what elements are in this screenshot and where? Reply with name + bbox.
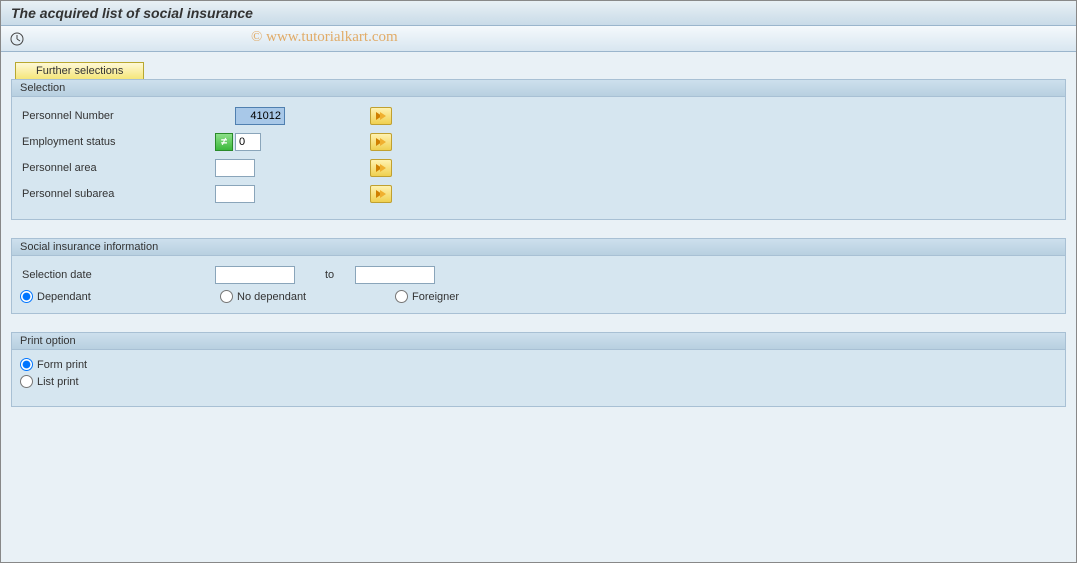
radio-no-dependant[interactable]: No dependant: [220, 290, 395, 303]
toolbar: © www.tutorialkart.com: [1, 26, 1076, 52]
radio-no-dependant-input[interactable]: [220, 290, 233, 303]
radio-list-print[interactable]: List print: [20, 375, 79, 388]
personnel-area-input[interactable]: [215, 159, 255, 177]
employment-status-row: Employment status ≠: [20, 131, 1057, 153]
selection-date-row: Selection date to: [20, 264, 1057, 286]
personnel-number-row: Personnel Number: [20, 105, 1057, 127]
selection-date-from-input[interactable]: [215, 266, 295, 284]
employment-status-input[interactable]: [235, 133, 261, 151]
selection-date-to-input[interactable]: [355, 266, 435, 284]
employment-status-multi-select-button[interactable]: [370, 133, 392, 151]
content-area: Further selections Selection Personnel N…: [1, 52, 1076, 562]
personnel-subarea-row: Personnel subarea: [20, 183, 1057, 205]
social-insurance-group-title: Social insurance information: [12, 239, 1065, 256]
radio-dependant-input[interactable]: [20, 290, 33, 303]
print-option-group-title: Print option: [12, 333, 1065, 350]
selection-date-label: Selection date: [20, 269, 215, 281]
employment-status-label: Employment status: [20, 136, 215, 148]
personnel-subarea-multi-select-button[interactable]: [370, 185, 392, 203]
personnel-subarea-label: Personnel subarea: [20, 188, 215, 200]
radio-form-print[interactable]: Form print: [20, 358, 87, 371]
radio-dependant[interactable]: Dependant: [20, 290, 220, 303]
personnel-subarea-input[interactable]: [215, 185, 255, 203]
personnel-number-input[interactable]: [235, 107, 285, 125]
radio-foreigner[interactable]: Foreigner: [395, 290, 459, 303]
social-insurance-group: Social insurance information Selection d…: [11, 238, 1066, 314]
personnel-number-multi-select-button[interactable]: [370, 107, 392, 125]
radio-list-print-input[interactable]: [20, 375, 33, 388]
print-option-group: Print option Form print List print: [11, 332, 1066, 407]
personnel-area-label: Personnel area: [20, 162, 215, 174]
radio-form-print-input[interactable]: [20, 358, 33, 371]
personnel-area-row: Personnel area: [20, 157, 1057, 179]
execute-icon[interactable]: [9, 31, 25, 47]
further-selections-button[interactable]: Further selections: [15, 62, 144, 80]
selection-group: Selection Personnel Number Employment st…: [11, 79, 1066, 220]
dependant-radio-row: Dependant No dependant Foreigner: [20, 290, 1057, 303]
page-title: The acquired list of social insurance: [11, 5, 253, 21]
to-label: to: [325, 269, 355, 281]
watermark: © www.tutorialkart.com: [251, 29, 398, 46]
title-bar: The acquired list of social insurance: [1, 1, 1076, 26]
employment-status-exclude-icon[interactable]: ≠: [215, 133, 233, 151]
radio-foreigner-input[interactable]: [395, 290, 408, 303]
selection-group-title: Selection: [12, 80, 1065, 97]
personnel-area-multi-select-button[interactable]: [370, 159, 392, 177]
personnel-number-label: Personnel Number: [20, 110, 215, 122]
